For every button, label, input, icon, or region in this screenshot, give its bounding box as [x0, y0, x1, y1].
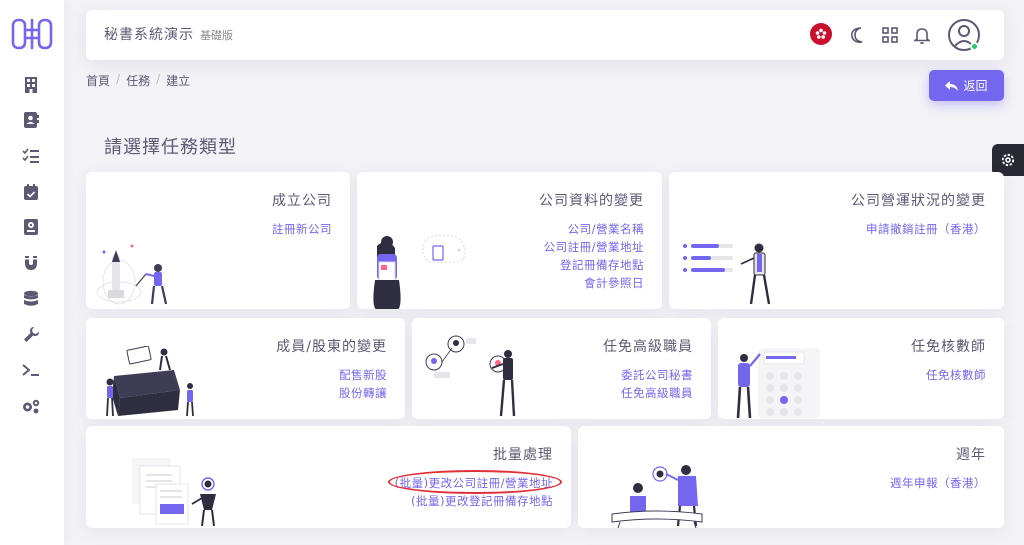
link-appoint-auditors[interactable]: 任免核數師: [926, 366, 986, 384]
top-navbar: 秘書系統演示 基礎版: [86, 10, 1004, 60]
database-icon[interactable]: [20, 288, 42, 310]
card-links: 配售新股 股份轉讓: [339, 366, 387, 402]
card-title: 公司營運狀況的變更: [851, 193, 986, 209]
card-links: 申請撤銷註冊（香港）: [866, 220, 986, 238]
app-logo[interactable]: [9, 16, 55, 52]
breadcrumb-tasks[interactable]: 任務: [126, 72, 150, 89]
documents-illustration: [132, 458, 216, 527]
breadcrumb: 首頁 / 任務 / 建立: [86, 72, 190, 89]
moon-icon[interactable]: [846, 23, 870, 47]
terminal-icon[interactable]: [20, 359, 42, 381]
card-links: 週年申報（香港）: [890, 474, 986, 492]
sidebar: [0, 0, 64, 545]
task-card-company-particulars[interactable]: 公司資料的變更 公司/營業名稱 公司註冊/營業地址 登記冊備存地點 會計參照日: [357, 172, 662, 309]
person-with-document-illustration: [373, 235, 466, 309]
card-links: (批量)更改公司註冊/營業地址 (批量)更改登記冊備存地點: [395, 474, 553, 510]
task-card-officers[interactable]: 任免高級職員 委託公司秘書 任免高級職員: [412, 318, 711, 419]
task-card-auditors[interactable]: 任免核數師 任免核數師: [718, 318, 1004, 419]
link-allotment-of-shares[interactable]: 配售新股: [339, 366, 387, 384]
link-deregistration[interactable]: 申請撤銷註冊（香港）: [866, 220, 986, 238]
rocket-launch-illustration: [96, 244, 168, 305]
back-button-label: 返回: [963, 79, 988, 93]
link-register-location[interactable]: 登記冊備存地點: [544, 256, 644, 274]
edition-label: 基礎版: [200, 29, 233, 42]
link-appoint-company-secretary[interactable]: 委託公司秘書: [621, 366, 693, 384]
task-card-incorporation[interactable]: 成立公司 註冊新公司: [86, 172, 350, 309]
grid-icon[interactable]: [878, 23, 902, 47]
link-batch-change-address[interactable]: (批量)更改公司註冊/營業地址: [395, 474, 553, 492]
breadcrumb-create: 建立: [166, 74, 191, 88]
link-registered-address[interactable]: 公司註冊/營業地址: [544, 238, 644, 256]
card-links: 註冊新公司: [272, 220, 332, 238]
card-title: 公司資料的變更: [539, 193, 644, 209]
link-appoint-officers[interactable]: 任免高級職員: [621, 384, 693, 402]
contact-book-icon[interactable]: [20, 109, 42, 131]
link-company-name[interactable]: 公司/營業名稱: [544, 220, 644, 238]
link-batch-change-register-location[interactable]: (批量)更改登記冊備存地點: [395, 492, 553, 510]
task-card-operation-status[interactable]: 公司營運狀況的變更 申請撤銷註冊（香港）: [669, 172, 1004, 309]
link-share-transfer[interactable]: 股份轉讓: [339, 384, 387, 402]
task-list-icon[interactable]: [20, 145, 42, 167]
breadcrumb-separator: /: [116, 72, 121, 86]
wrench-icon[interactable]: [20, 323, 42, 345]
breadcrumb-home[interactable]: 首頁: [86, 72, 110, 89]
hong-kong-flag-icon[interactable]: [810, 23, 832, 45]
task-card-batch-processing[interactable]: 批量處理 (批量)更改公司註冊/營業地址 (批量)更改登記冊備存地點: [86, 426, 571, 528]
app-title: 秘書系統演示 基礎版: [104, 24, 233, 44]
link-register-new-company[interactable]: 註冊新公司: [272, 220, 332, 238]
reply-arrow-icon: [945, 80, 959, 91]
online-status-dot: [970, 42, 979, 51]
card-links: 委託公司秘書 任免高級職員: [621, 366, 693, 402]
magnet-icon[interactable]: [20, 252, 42, 274]
task-card-shareholders[interactable]: 成員/股東的變更 配售新股 股份轉讓: [86, 318, 405, 419]
chat-avatars-illustration: [425, 335, 516, 417]
card-title: 任免核數師: [911, 339, 986, 355]
card-title: 週年: [956, 447, 986, 463]
calendar-check-icon[interactable]: [20, 181, 42, 203]
ballot-box-illustration: [106, 346, 194, 417]
progress-bars-illustration: [683, 243, 771, 305]
team-meeting-illustration: [611, 465, 703, 528]
card-title: 任免高級職員: [603, 339, 693, 355]
calculator-illustration: [736, 348, 820, 418]
settings-icon: [1001, 153, 1015, 167]
section-title: 請選擇任務類型: [104, 137, 237, 158]
task-card-annual[interactable]: 週年 週年申報（香港）: [578, 426, 1004, 528]
breadcrumb-separator: /: [156, 72, 161, 86]
card-links: 公司/營業名稱 公司註冊/營業地址 登記冊備存地點 會計參照日: [544, 220, 644, 292]
app-title-text: 秘書系統演示: [104, 27, 194, 43]
report-icon[interactable]: [20, 216, 42, 238]
card-title: 成立公司: [272, 193, 332, 209]
building-icon[interactable]: [20, 74, 42, 96]
link-accounting-reference-date[interactable]: 會計參照日: [544, 274, 644, 292]
card-title: 批量處理: [493, 447, 553, 463]
back-button[interactable]: 返回: [929, 70, 1004, 101]
gears-icon[interactable]: [20, 395, 42, 417]
link-annual-return[interactable]: 週年申報（香港）: [890, 474, 986, 492]
card-title: 成員/股東的變更: [276, 339, 387, 355]
card-links: 任免核數師: [926, 366, 986, 384]
bell-icon[interactable]: [910, 23, 934, 47]
